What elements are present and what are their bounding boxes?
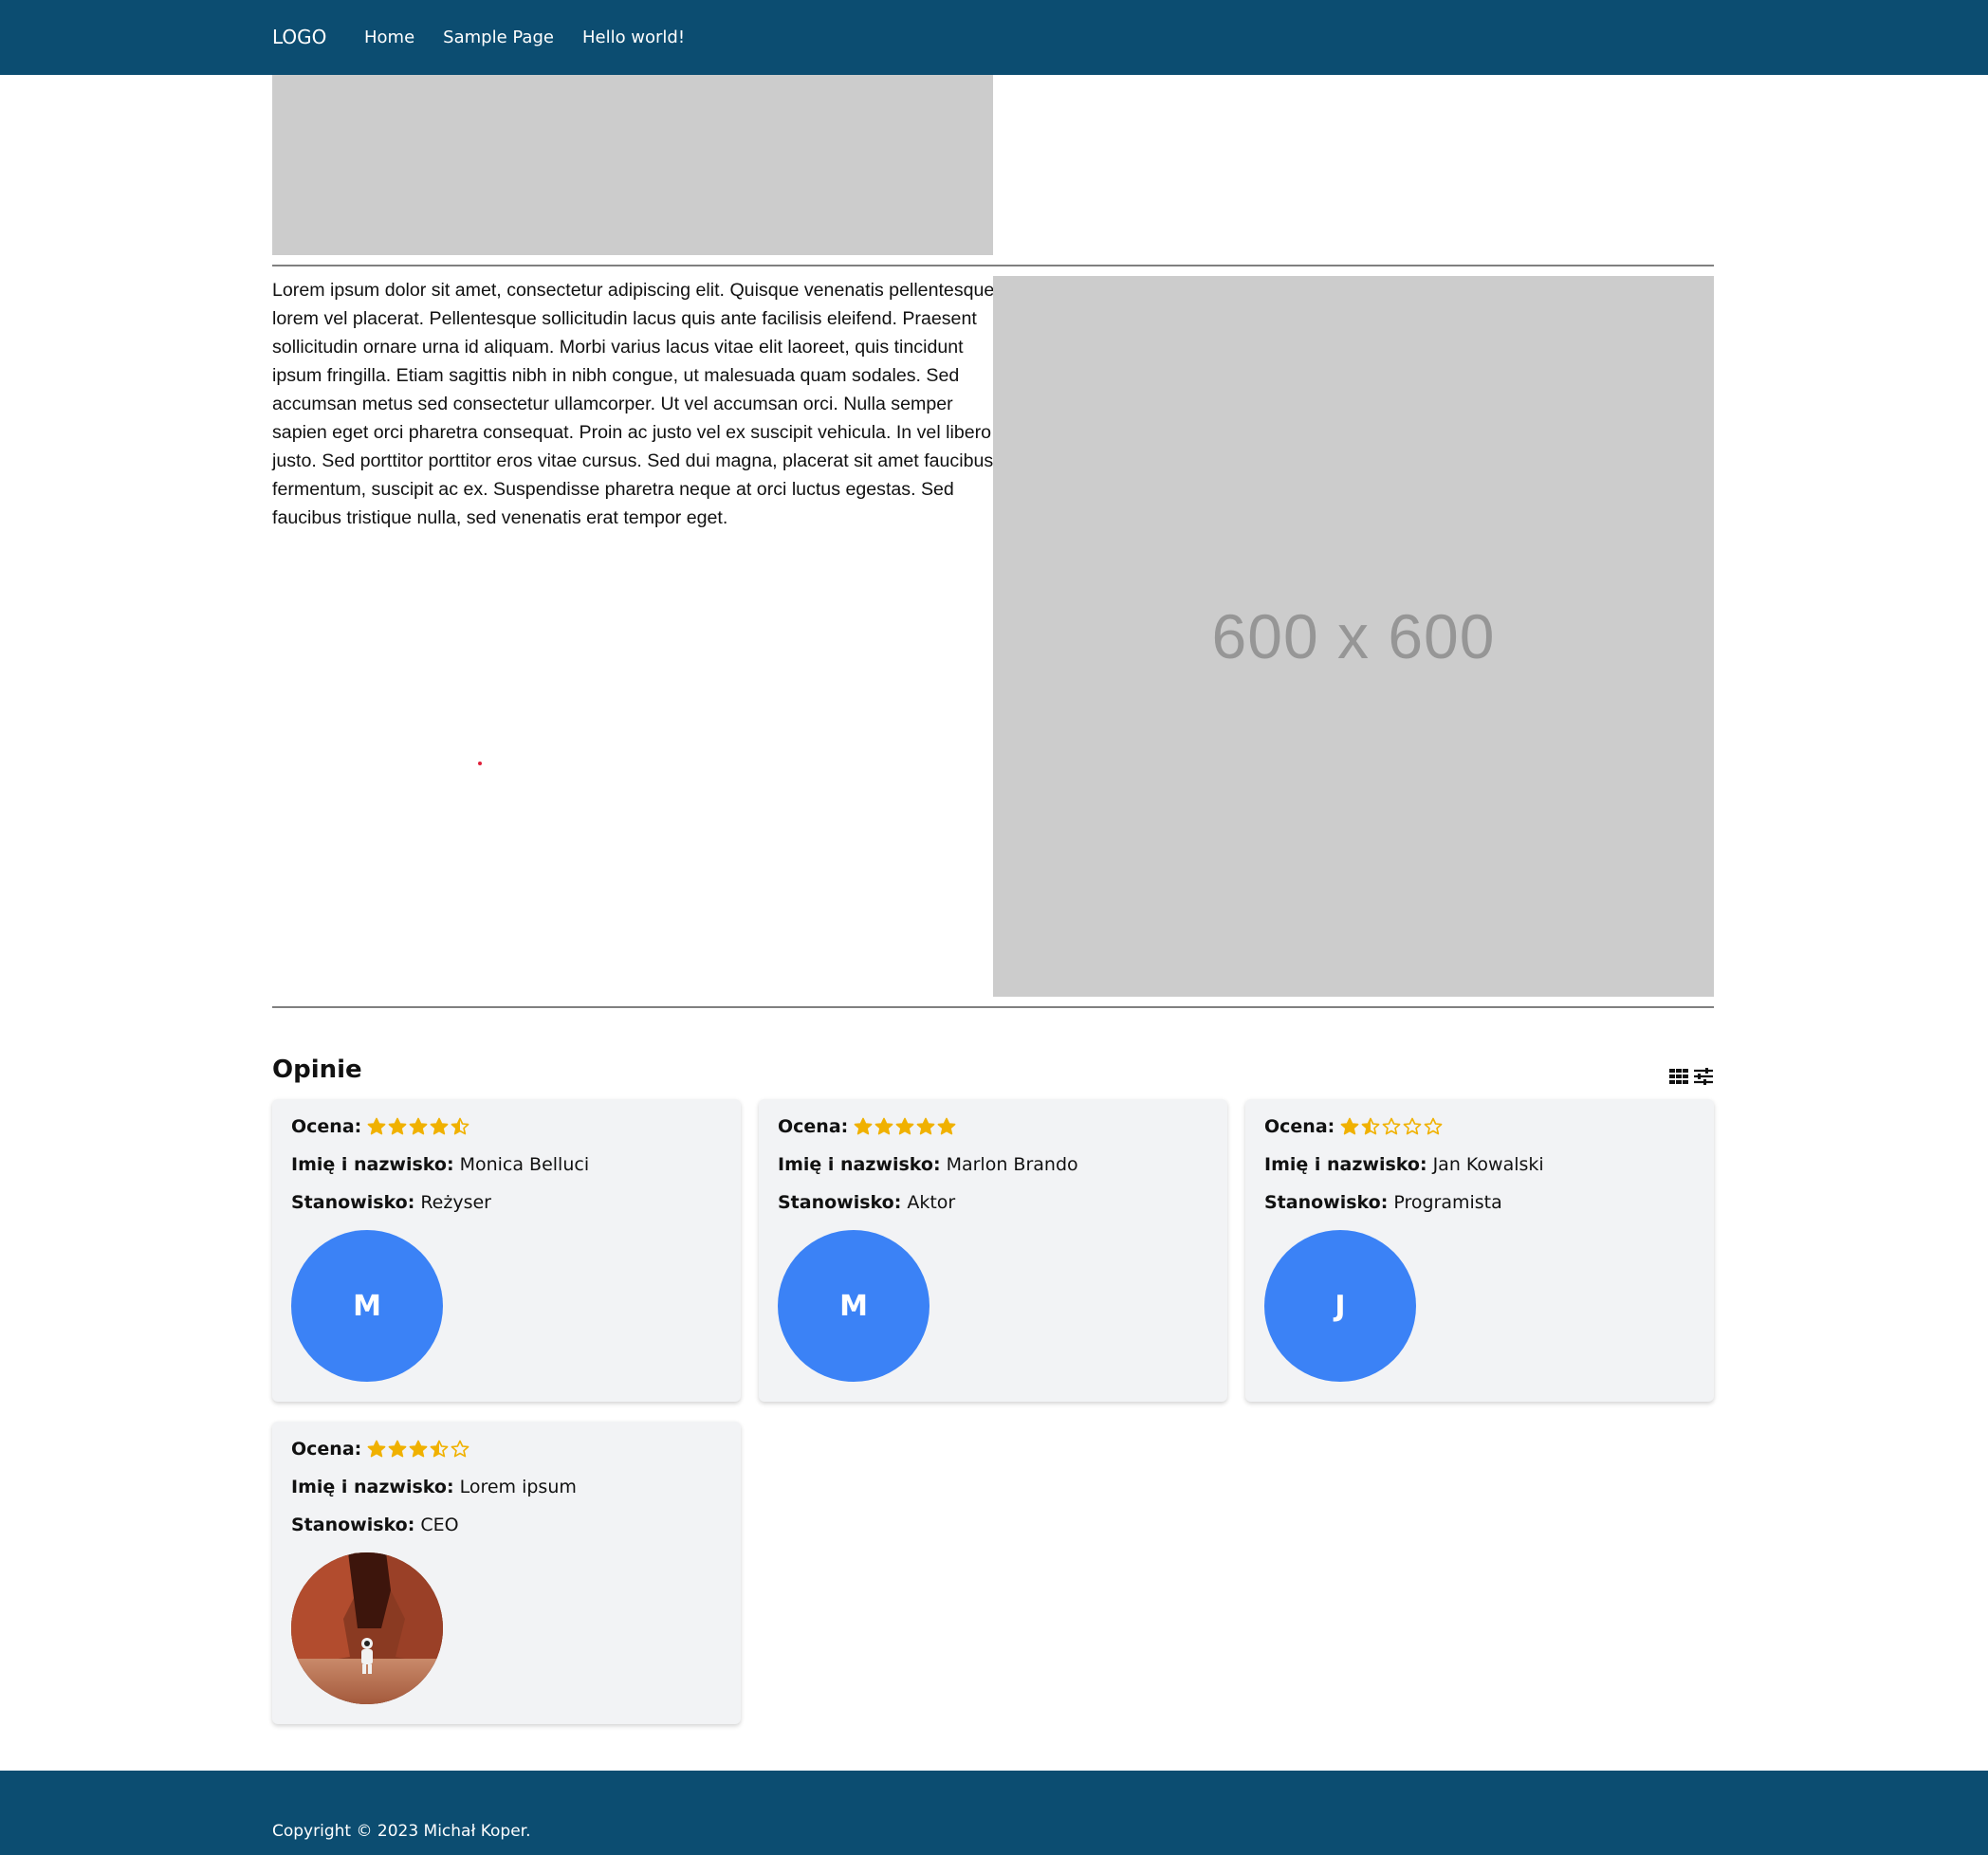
avatar-photo <box>291 1552 443 1704</box>
review-card: Ocena: Imię i nazwisko: Marlon Brando St… <box>759 1099 1227 1402</box>
position-row: Stanowisko: Programista <box>1264 1192 1502 1213</box>
rating-row: Ocena: <box>291 1116 469 1137</box>
rating-row: Ocena: <box>291 1439 469 1460</box>
star-icon <box>937 1117 956 1136</box>
divider-top <box>272 265 1714 266</box>
view-toggles <box>1668 1066 1714 1087</box>
star-icon <box>451 1117 469 1136</box>
avatar: M <box>778 1230 930 1382</box>
position-label: Stanowisko: <box>1264 1192 1389 1213</box>
site-footer: Copyright © 2023 Michał Koper. <box>0 1771 1988 1855</box>
reviewer-name: Marlon Brando <box>946 1154 1078 1175</box>
nav-hello-world[interactable]: Hello world! <box>582 28 685 47</box>
copyright-text: Copyright © 2023 Michał Koper. <box>272 1822 531 1841</box>
name-label: Imię i nazwisko: <box>1264 1154 1427 1175</box>
rating-stars <box>367 1117 469 1136</box>
image-placeholder-600: 600 x 600 <box>993 276 1714 997</box>
star-icon <box>916 1117 935 1136</box>
position-label: Stanowisko: <box>291 1515 415 1535</box>
star-icon <box>430 1440 449 1459</box>
reviewer-position: Programista <box>1393 1192 1502 1213</box>
reviewer-name: Lorem ipsum <box>459 1477 577 1497</box>
star-icon <box>451 1440 469 1459</box>
rating-row: Ocena: <box>778 1116 956 1137</box>
reviewer-position: Aktor <box>907 1192 956 1213</box>
grid-view-icon[interactable] <box>1668 1066 1689 1087</box>
name-label: Imię i nazwisko: <box>291 1154 454 1175</box>
list-view-icon[interactable] <box>1693 1066 1714 1087</box>
name-label: Imię i nazwisko: <box>778 1154 941 1175</box>
star-icon <box>388 1117 407 1136</box>
rating-stars <box>367 1440 469 1459</box>
star-icon <box>1382 1117 1401 1136</box>
hero-image-placeholder <box>272 75 993 255</box>
logo[interactable]: LOGO <box>272 26 326 48</box>
name-row: Imię i nazwisko: Monica Belluci <box>291 1154 589 1175</box>
star-icon <box>367 1440 386 1459</box>
position-row: Stanowisko: Aktor <box>778 1192 955 1213</box>
placeholder-size-label: 600 x 600 <box>1211 601 1496 671</box>
rating-stars <box>854 1117 956 1136</box>
astronaut-canyon-image <box>291 1552 443 1704</box>
reviewer-name: Monica Belluci <box>459 1154 590 1175</box>
avatar: M <box>291 1230 443 1382</box>
reviewer-name: Jan Kowalski <box>1432 1154 1544 1175</box>
name-row: Imię i nazwisko: Lorem ipsum <box>291 1477 577 1497</box>
reviewer-position: Reżyser <box>420 1192 491 1213</box>
star-icon <box>1424 1117 1443 1136</box>
name-row: Imię i nazwisko: Marlon Brando <box>778 1154 1078 1175</box>
rating-label: Ocena: <box>1264 1116 1335 1137</box>
review-card: Ocena: Imię i nazwisko: Jan Kowalski Sta… <box>1245 1099 1714 1402</box>
name-label: Imię i nazwisko: <box>291 1477 454 1497</box>
star-icon <box>409 1117 428 1136</box>
star-icon <box>895 1117 914 1136</box>
star-icon <box>388 1440 407 1459</box>
review-card: Ocena: Imię i nazwisko: Monica Belluci S… <box>272 1099 741 1402</box>
rating-label: Ocena: <box>291 1439 362 1460</box>
position-label: Stanowisko: <box>778 1192 902 1213</box>
position-row: Stanowisko: CEO <box>291 1515 459 1535</box>
rating-label: Ocena: <box>291 1116 362 1137</box>
red-dot-marker <box>478 762 482 765</box>
divider-bottom <box>272 1006 1714 1008</box>
position-label: Stanowisko: <box>291 1192 415 1213</box>
star-icon <box>1361 1117 1380 1136</box>
star-icon <box>430 1117 449 1136</box>
rating-stars <box>1340 1117 1443 1136</box>
reviews-title: Opinie <box>272 1056 362 1084</box>
star-icon <box>1340 1117 1359 1136</box>
star-icon <box>367 1117 386 1136</box>
star-icon <box>1403 1117 1422 1136</box>
avatar: J <box>1264 1230 1416 1382</box>
star-icon <box>409 1440 428 1459</box>
star-icon <box>854 1117 873 1136</box>
nav-sample-page[interactable]: Sample Page <box>443 28 554 47</box>
reviewer-position: CEO <box>420 1515 459 1535</box>
content-paragraph: Lorem ipsum dolor sit amet, consectetur … <box>272 280 995 528</box>
rating-row: Ocena: <box>1264 1116 1443 1137</box>
nav-home[interactable]: Home <box>364 28 414 47</box>
site-header: LOGO Home Sample Page Hello world! <box>0 0 1988 75</box>
star-icon <box>874 1117 893 1136</box>
review-card: Ocena: Imię i nazwisko: Lorem ipsum Stan… <box>272 1422 741 1724</box>
rating-label: Ocena: <box>778 1116 849 1137</box>
position-row: Stanowisko: Reżyser <box>291 1192 491 1213</box>
name-row: Imię i nazwisko: Jan Kowalski <box>1264 1154 1544 1175</box>
main-nav: Home Sample Page Hello world! <box>364 28 685 47</box>
